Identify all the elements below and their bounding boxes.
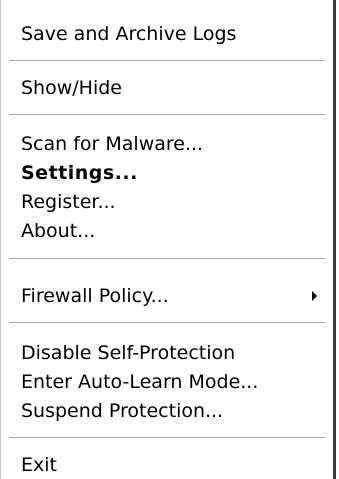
menu-item-disable-self-protection[interactable]: Disable Self-Protection: [21, 339, 235, 367]
menu-item-firewall-policy[interactable]: Firewall Policy...: [21, 282, 169, 310]
menu-separator: [9, 258, 325, 260]
menu-separator: [9, 437, 325, 439]
menu-item-save-archive-logs[interactable]: Save and Archive Logs: [21, 20, 236, 48]
menu-item-scan-for-malware[interactable]: Scan for Malware...: [21, 130, 203, 158]
menu-item-enter-auto-learn-mode[interactable]: Enter Auto-Learn Mode...: [21, 368, 258, 396]
menu-separator: [9, 60, 325, 62]
menu-item-show-hide[interactable]: Show/Hide: [21, 74, 122, 102]
menu-item-exit[interactable]: Exit: [21, 451, 57, 479]
menu-item-settings[interactable]: Settings...: [21, 159, 138, 187]
context-menu: Save and Archive Logs Show/Hide Scan for…: [0, 0, 336, 479]
menu-item-register[interactable]: Register...: [21, 188, 116, 216]
chevron-right-icon: [312, 291, 317, 301]
menu-item-about[interactable]: About...: [21, 217, 95, 245]
menu-separator: [9, 114, 325, 116]
menu-separator: [9, 322, 325, 324]
menu-item-suspend-protection[interactable]: Suspend Protection...: [21, 397, 223, 425]
